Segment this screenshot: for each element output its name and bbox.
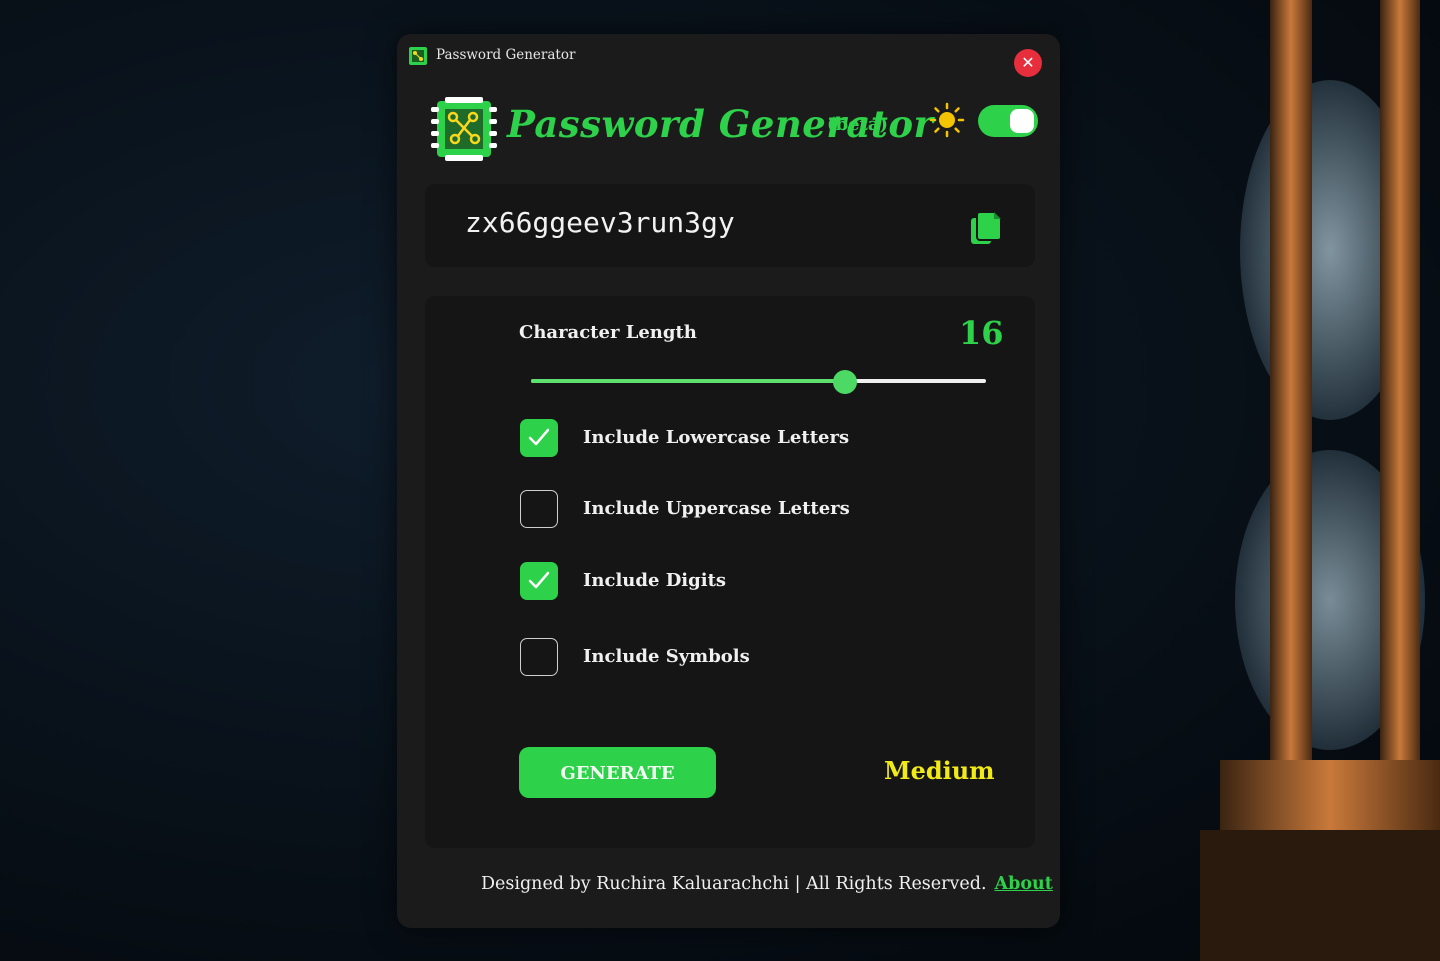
option-label: Include Digits — [583, 570, 727, 591]
window-title: Password Generator — [436, 47, 576, 63]
checkmark-icon — [528, 571, 550, 589]
option-label: Include Lowercase Letters — [583, 427, 850, 448]
option-label: Include Symbols — [583, 646, 750, 667]
hourglass-background-image — [1200, 0, 1440, 961]
title-bar: Password Generator ✕ — [397, 34, 1060, 84]
close-button[interactable]: ✕ — [1014, 49, 1042, 77]
app-logo-icon — [431, 97, 497, 161]
character-length-label: Character Length — [519, 322, 697, 343]
beta-badge: (beta) — [827, 114, 889, 135]
uppercase-checkbox[interactable] — [520, 490, 558, 528]
footer: Designed by Ruchira Kaluarachchi | All R… — [481, 874, 1053, 894]
password-display: zx66ggeev3run3gy — [425, 184, 1035, 267]
password-text: zx66ggeev3run3gy — [465, 206, 735, 239]
footer-text: Designed by Ruchira Kaluarachchi | All R… — [481, 874, 987, 894]
copy-icon[interactable] — [971, 210, 1003, 246]
toggle-knob — [1010, 109, 1034, 133]
checkmark-icon — [528, 428, 550, 446]
generate-button[interactable]: GENERATE — [519, 747, 716, 798]
character-length-value: 16 — [959, 314, 1004, 352]
sun-icon — [929, 102, 965, 138]
digits-checkbox[interactable] — [520, 562, 558, 600]
symbols-checkbox[interactable] — [520, 638, 558, 676]
about-link[interactable]: About — [995, 874, 1053, 894]
lowercase-checkbox[interactable] — [520, 419, 558, 457]
settings-panel: Character Length 16 Include Lowercase Le… — [425, 296, 1035, 848]
length-slider[interactable] — [531, 370, 986, 394]
close-icon: ✕ — [1021, 53, 1035, 72]
app-icon — [409, 47, 427, 65]
slider-thumb[interactable] — [832, 370, 857, 394]
option-label: Include Uppercase Letters — [583, 498, 850, 519]
strength-indicator: Medium — [884, 756, 995, 785]
app-window: Password Generator ✕ Password Generator … — [397, 34, 1060, 928]
slider-fill — [531, 379, 845, 383]
theme-toggle[interactable] — [978, 105, 1038, 137]
